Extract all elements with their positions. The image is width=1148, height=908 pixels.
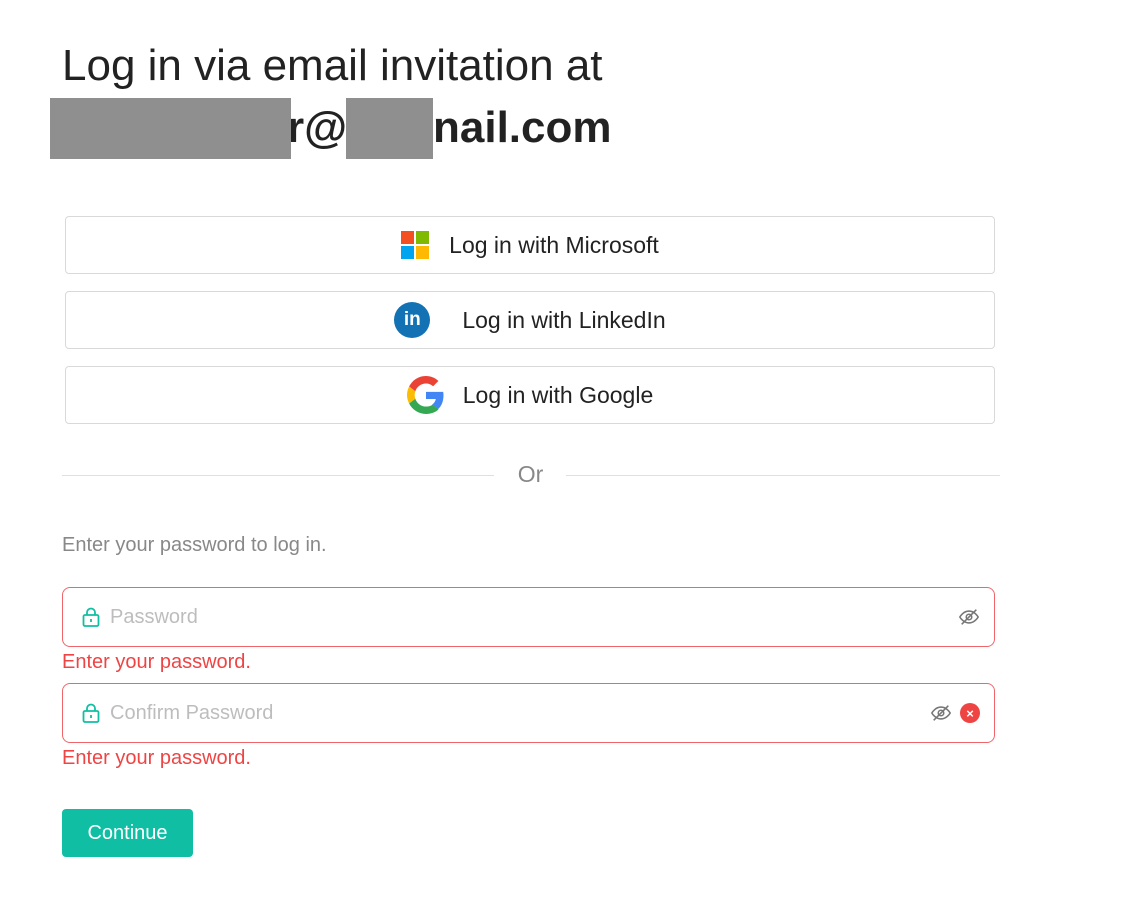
divider-or: Or bbox=[517, 461, 544, 487]
password-input[interactable] bbox=[108, 604, 958, 630]
password-error: Enter your password. bbox=[62, 651, 251, 673]
login-linkedin-label: Log in with LinkedIn bbox=[462, 306, 666, 333]
microsoft-logo-icon bbox=[401, 231, 430, 259]
password-field[interactable] bbox=[62, 587, 995, 647]
login-page: Log in via email invitation at r@y nail.… bbox=[0, 0, 1148, 908]
clear-icon[interactable]: × bbox=[960, 703, 980, 723]
eye-off-icon[interactable] bbox=[930, 702, 952, 724]
confirm-password-input[interactable] bbox=[108, 700, 930, 726]
linkedin-logo-icon: in bbox=[394, 302, 431, 338]
confirm-password-error: Enter your password. bbox=[62, 747, 251, 769]
continue-button[interactable]: Continue bbox=[62, 809, 193, 857]
password-hint: Enter your password to log in. bbox=[62, 534, 327, 556]
redaction-block bbox=[346, 98, 433, 159]
confirm-password-field[interactable]: × bbox=[62, 683, 995, 743]
page-title: Log in via email invitation at bbox=[62, 41, 603, 90]
invited-email-domain: nail.com bbox=[433, 103, 612, 152]
redaction-block bbox=[50, 98, 291, 159]
divider-line bbox=[62, 475, 494, 476]
login-microsoft-label: Log in with Microsoft bbox=[449, 231, 659, 258]
login-google-button[interactable]: Log in with Google bbox=[65, 366, 995, 424]
login-google-label: Log in with Google bbox=[462, 381, 654, 408]
lock-icon bbox=[81, 702, 101, 724]
divider-line bbox=[566, 475, 1000, 476]
login-microsoft-button[interactable]: Log in with Microsoft bbox=[65, 216, 995, 274]
eye-off-icon[interactable] bbox=[958, 606, 980, 628]
login-linkedin-button[interactable]: in Log in with LinkedIn bbox=[65, 291, 995, 349]
lock-icon bbox=[81, 606, 101, 628]
google-logo-icon bbox=[406, 376, 445, 414]
